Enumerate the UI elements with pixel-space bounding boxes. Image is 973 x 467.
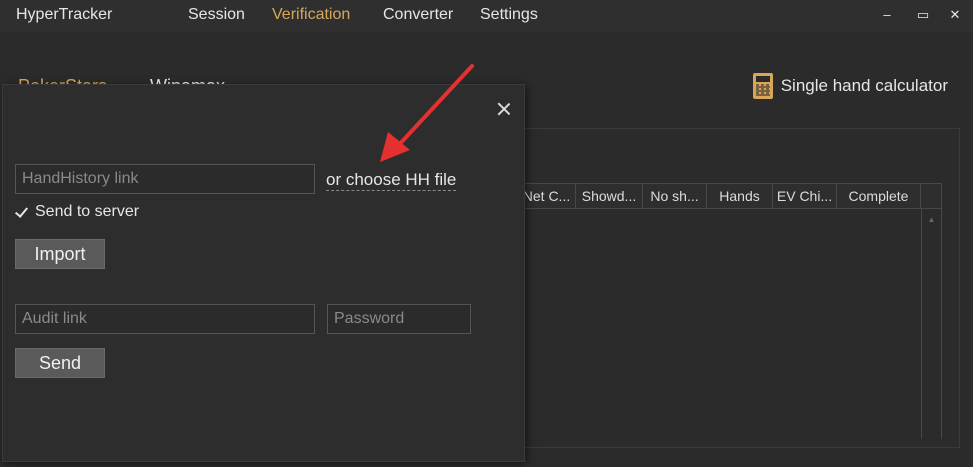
maximize-icon[interactable]: ▭ (912, 4, 934, 26)
audit-link-input[interactable] (15, 304, 315, 334)
calculator-label: Single hand calculator (780, 76, 948, 95)
send-to-server-label: Send to server (35, 203, 140, 220)
column-header-complete[interactable]: Complete (837, 184, 921, 208)
close-window-icon[interactable]: ✕ (944, 4, 966, 26)
calculator-icon (752, 73, 773, 99)
menu-converter[interactable]: Converter (383, 6, 453, 24)
column-header-no-showdown[interactable]: No sh... (643, 184, 707, 208)
vertical-scrollbar[interactable]: ▲ (921, 209, 941, 439)
column-header-scroll-spacer (921, 184, 941, 208)
app-title: HyperTracker (16, 6, 113, 23)
choose-hh-file-link[interactable]: or choose HH file (326, 170, 457, 191)
handhistory-link-input[interactable] (15, 164, 315, 194)
password-input[interactable] (327, 304, 471, 334)
scroll-up-icon[interactable]: ▲ (922, 215, 941, 224)
column-header-showdown[interactable]: Showd... (576, 184, 643, 208)
single-hand-calculator-button[interactable]: Single hand calculator (752, 73, 948, 99)
close-icon[interactable] (494, 99, 514, 119)
minimize-icon[interactable]: – (876, 4, 898, 26)
title-bar: HyperTracker Session Verification Conver… (0, 0, 973, 32)
import-dialog: or choose HH file Send to server Import … (2, 84, 525, 462)
column-header-ev-chips[interactable]: EV Chi... (773, 184, 837, 208)
checkmark-icon (15, 205, 29, 219)
column-header-net-chips[interactable]: Net C... (518, 184, 576, 208)
send-to-server-checkbox[interactable]: Send to server (15, 203, 139, 221)
menu-verification[interactable]: Verification (272, 6, 350, 24)
send-button[interactable]: Send (15, 348, 105, 378)
menu-settings[interactable]: Settings (480, 6, 538, 24)
column-header-hands[interactable]: Hands (707, 184, 773, 208)
menu-session[interactable]: Session (188, 6, 245, 24)
import-button[interactable]: Import (15, 239, 105, 269)
